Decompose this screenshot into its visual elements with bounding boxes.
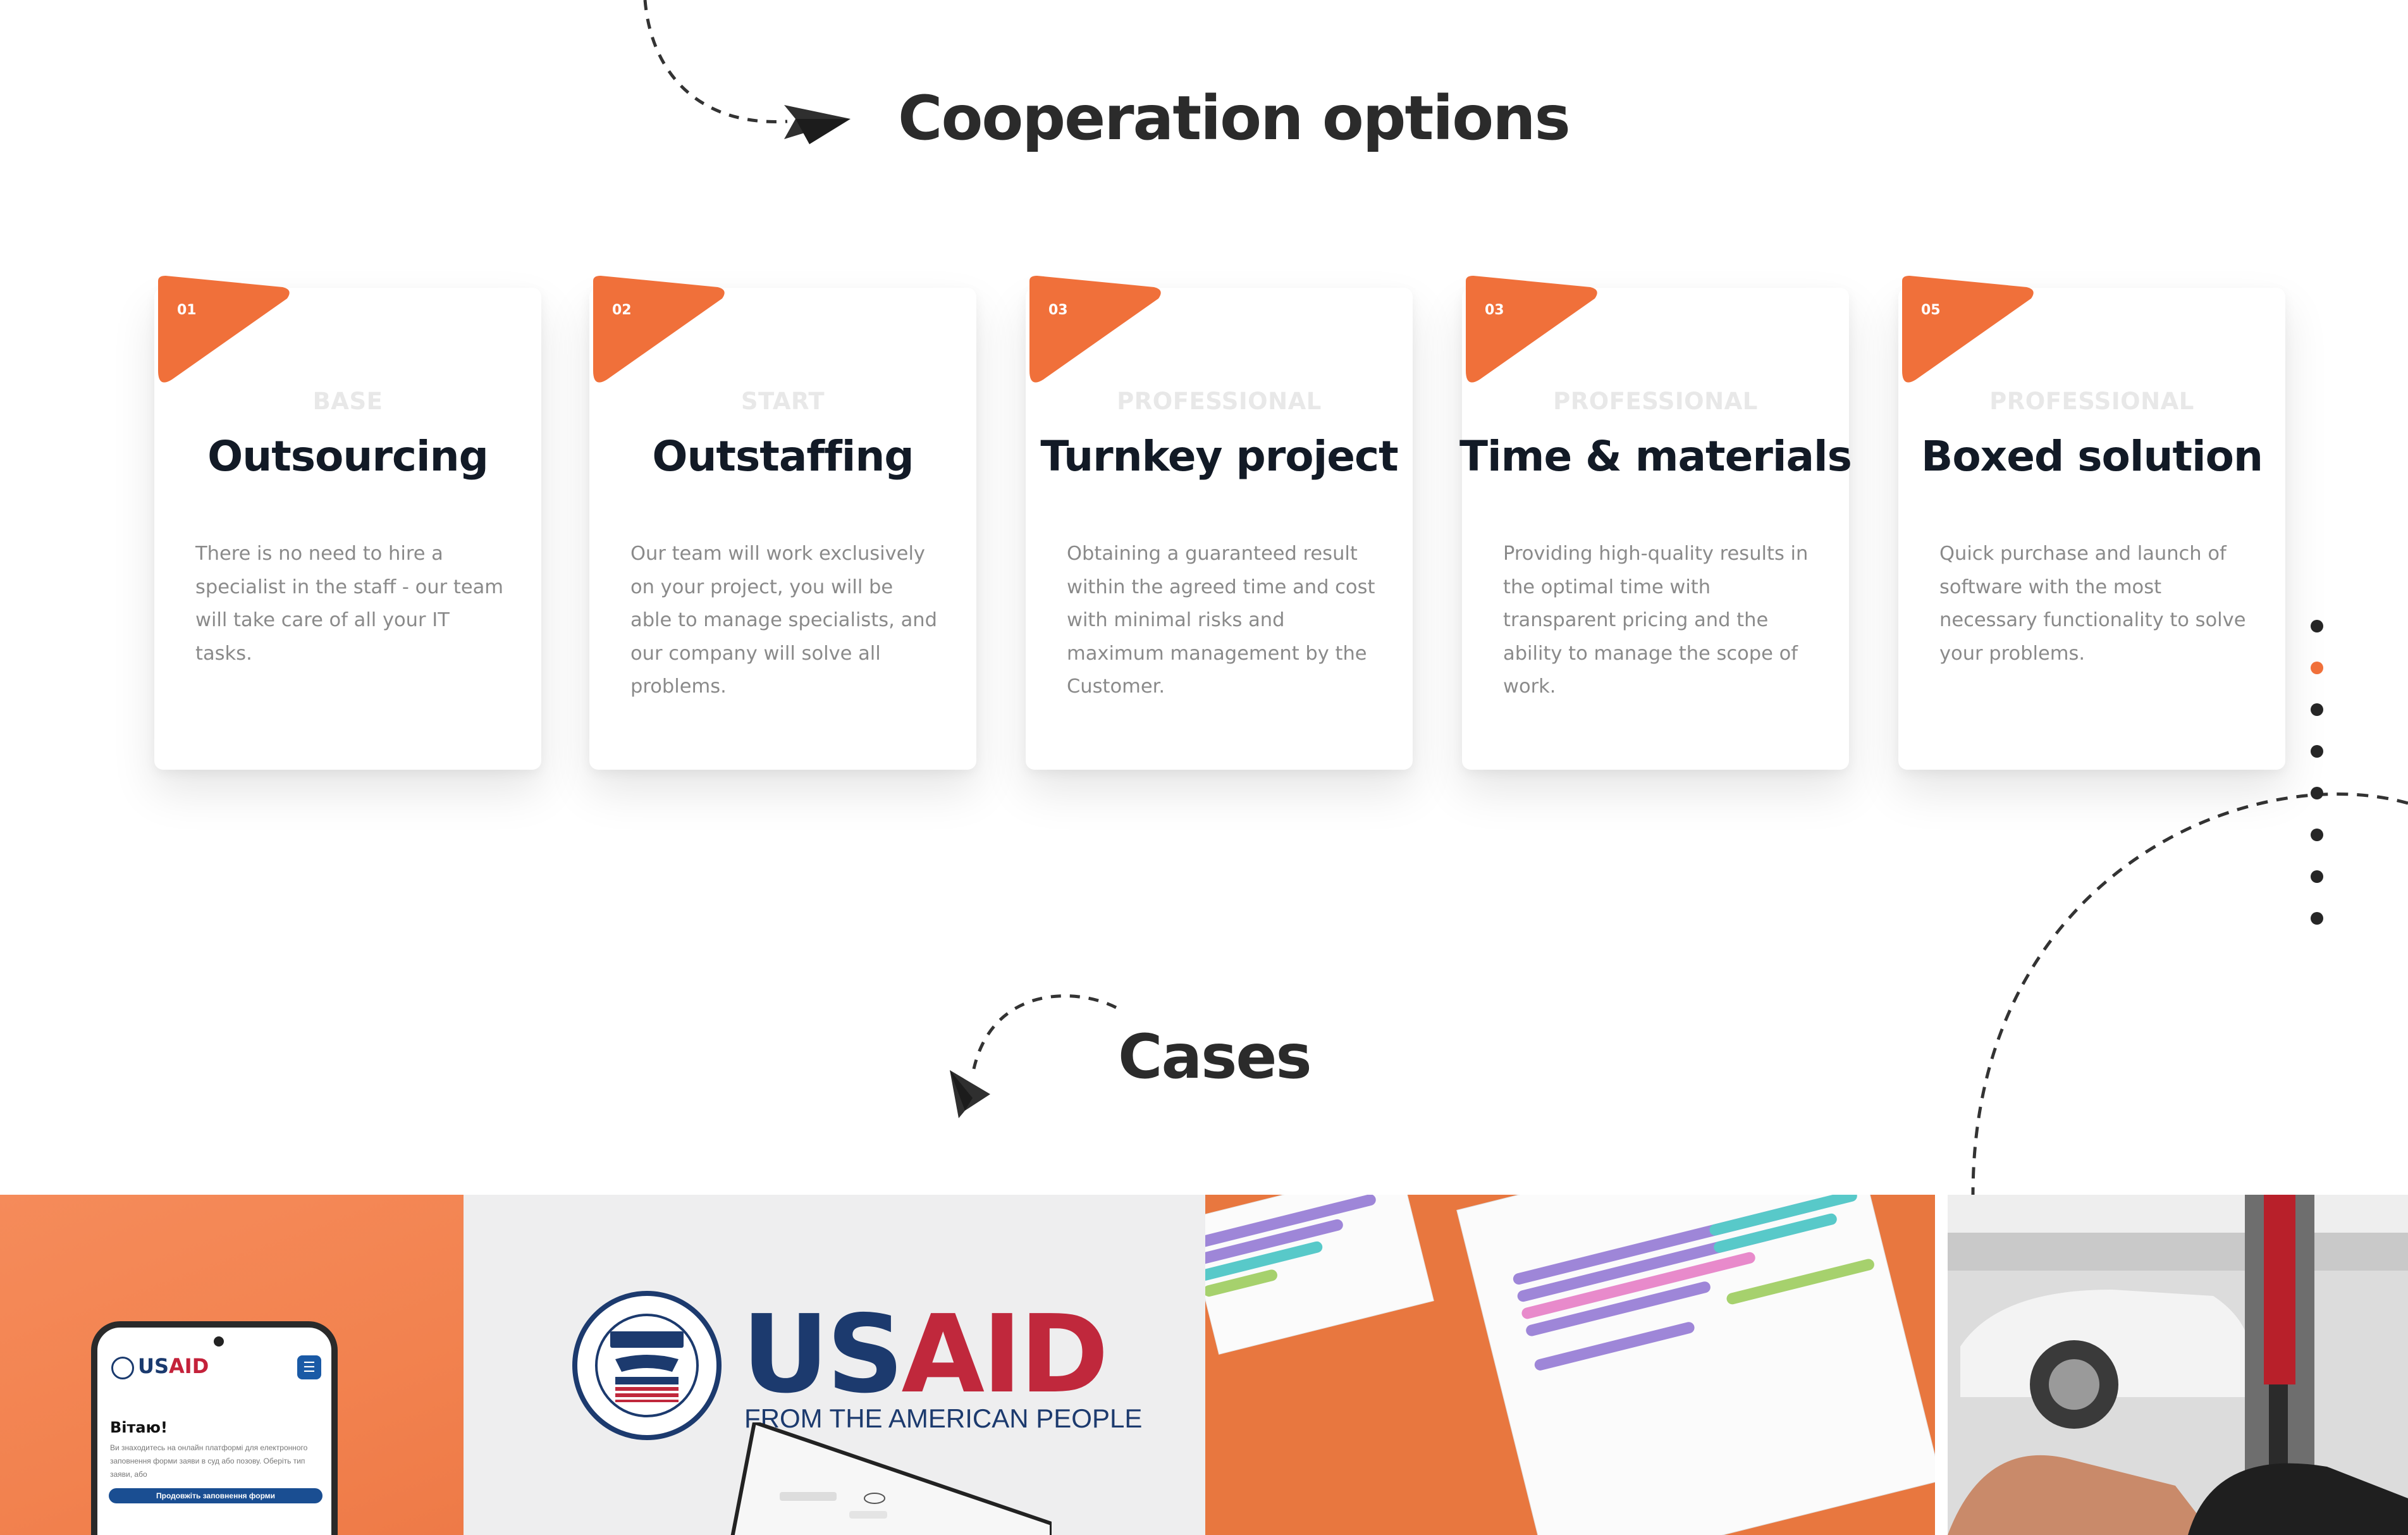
pager-dot-8[interactable] (2311, 912, 2323, 925)
cooperation-card-turnkey-project[interactable]: 03 PROFESSIONAL Turnkey project Obtainin… (1026, 276, 1413, 770)
phone-usaid-logo: USAID (138, 1354, 209, 1378)
card-number-tab (593, 276, 725, 383)
phone-mockup: USAID ☰ Вітаю! Ви знаходитесь на онлайн … (91, 1321, 338, 1535)
cooperation-card-outstaffing[interactable]: 02 START Outstaffing Our team will work … (589, 276, 976, 770)
laptop-mockup (730, 1422, 1052, 1535)
card-number: 03 (1485, 302, 1504, 318)
card-number-tab (1029, 276, 1161, 383)
card-title: Time & materials (1459, 432, 1852, 481)
pager-dot-7[interactable] (2311, 870, 2323, 883)
card-tier-label: PROFESSIONAL (1553, 388, 1758, 415)
phone-intro-text: Ви знаходитесь на онлайн платформі для е… (110, 1443, 308, 1479)
wordmark-part-aid: AID (901, 1292, 1109, 1417)
pager-dot-4[interactable] (2311, 745, 2323, 758)
card-tier-label: PROFESSIONAL (1117, 388, 1322, 415)
pager-dot-3[interactable] (2311, 703, 2323, 716)
card-number-tab (158, 276, 290, 383)
paper-plane-icon-top (784, 105, 851, 144)
cooperation-card-boxed-solution[interactable]: 05 PROFESSIONAL Boxed solution Quick pur… (1898, 276, 2285, 770)
card-number-tab (1466, 276, 1597, 383)
dashed-arrow-path-cases (972, 994, 1117, 1070)
card-title: Turnkey project (1040, 432, 1398, 481)
cases-gallery: USAID ☰ Вітаю! Ви знаходитесь на онлайн … (0, 1195, 2408, 1535)
pager-dot-2-active[interactable] (2311, 662, 2323, 674)
menu-icon: ☰ (297, 1355, 321, 1379)
card-title: Boxed solution (1921, 432, 2263, 481)
card-number: 03 (1048, 302, 1068, 318)
dashed-curve-right (1971, 792, 2408, 1196)
card-tier-label: BASE (312, 388, 383, 415)
case-tile-scheduler[interactable] (1205, 1195, 1935, 1535)
cooperation-card-time-materials[interactable]: 03 PROFESSIONAL Time & materials Providi… (1459, 276, 1852, 770)
logo-part-aid: AID (169, 1354, 209, 1378)
cooperation-options-title: Cooperation options (898, 83, 1571, 154)
card-number: 02 (612, 302, 632, 318)
pager-dot-1[interactable] (2311, 620, 2323, 632)
case-tile-mobile-app[interactable]: USAID ☰ Вітаю! Ви знаходитесь на онлайн … (0, 1195, 464, 1535)
tire-service-photo (1948, 1195, 2408, 1535)
card-tier-label: START (740, 388, 825, 415)
card-number: 05 (1921, 302, 1941, 318)
card-description: Providing high-quality results in the op… (1503, 543, 1809, 698)
phone-continue-button: Продовжіть заповнення форми (109, 1488, 322, 1503)
logo-part-us: US (138, 1354, 169, 1378)
card-description: Obtaining a guaranteed result within the… (1067, 543, 1375, 698)
cases-title: Cases (1118, 1021, 1312, 1092)
usaid-wordmark: USAID (742, 1301, 1109, 1409)
card-description: Our team will work exclusively on your p… (630, 543, 937, 698)
usaid-seal-icon (111, 1357, 134, 1379)
dashed-arrow-path-top (643, 0, 788, 124)
wordmark-part-us: US (742, 1292, 904, 1417)
pager-dot-6[interactable] (2311, 829, 2323, 841)
card-tier-label: PROFESSIONAL (1989, 388, 2194, 415)
phone-camera (214, 1336, 224, 1347)
card-title: Outsourcing (207, 432, 489, 481)
card-description: There is no need to hire a specialist in… (195, 543, 503, 665)
usaid-seal-icon (572, 1291, 722, 1440)
paper-plane-icon-cases (950, 1070, 990, 1118)
card-number: 01 (177, 302, 197, 318)
case-tile-tire-service[interactable] (1948, 1195, 2408, 1535)
card-title: Outstaffing (652, 432, 914, 481)
card-description: Quick purchase and launch of software wi… (1939, 543, 2246, 665)
case-tile-usaid[interactable]: USAID FROM THE AMERICAN PEOPLE (464, 1195, 1205, 1535)
cooperation-card-outsourcing[interactable]: 01 BASE Outsourcing There is no need to … (154, 276, 541, 770)
phone-greeting: Вітаю! (110, 1419, 168, 1436)
card-number-tab (1902, 276, 2034, 383)
scheduler-screens-graphic (1205, 1195, 1935, 1535)
pager-dot-5[interactable] (2311, 787, 2323, 799)
